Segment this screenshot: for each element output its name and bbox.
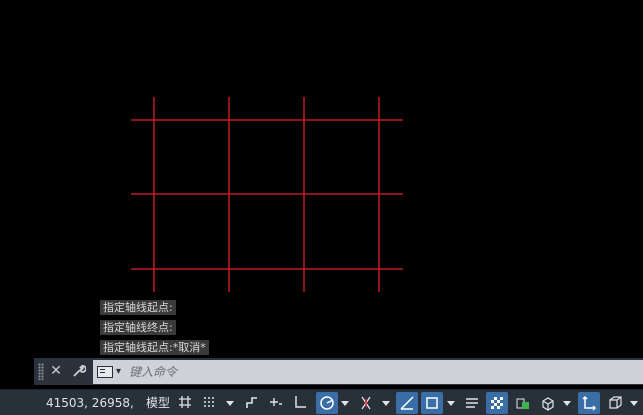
command-input[interactable] [129, 360, 634, 384]
object-snap-icon[interactable] [421, 392, 443, 414]
grid-display-icon[interactable] [175, 392, 195, 414]
polar-tracking-icon[interactable] [316, 392, 338, 414]
command-history-line: 指定轴线终点: [100, 320, 176, 335]
polar-dropdown-chevron-icon[interactable] [341, 401, 349, 406]
command-input-box[interactable]: ▾ [93, 360, 643, 384]
snap-mode-icon[interactable] [199, 392, 219, 414]
model-space-button[interactable]: 模型 [144, 392, 172, 414]
coordinates-readout[interactable]: 41503, 26958, 0 [46, 392, 140, 414]
3dosnap-dropdown-chevron-icon[interactable] [563, 401, 571, 406]
isodraft-dropdown-chevron-icon[interactable] [382, 401, 390, 406]
ortho-mode-icon[interactable] [290, 392, 310, 414]
command-history-line: 指定轴线起点:*取消* [100, 340, 209, 355]
infer-constraints-icon[interactable] [242, 392, 262, 414]
status-bar: 41503, 26958, 0 模型 [0, 389, 643, 415]
isometric-drafting-icon[interactable] [355, 392, 377, 414]
transparency-icon[interactable] [486, 392, 508, 414]
command-history-line: 指定轴线起点: [100, 300, 176, 315]
selection-cycling-icon[interactable] [512, 392, 534, 414]
selection-filter-icon[interactable] [604, 392, 626, 414]
grid-lines [131, 97, 403, 292]
drawing-canvas[interactable]: 指定轴线起点: 指定轴线终点: 指定轴线起点:*取消* [0, 0, 643, 357]
object-snap-tracking-icon[interactable] [396, 392, 418, 414]
customize-wrench-icon[interactable] [69, 361, 89, 382]
command-prompt-icon[interactable] [97, 366, 113, 378]
3d-object-snap-icon[interactable] [537, 392, 559, 414]
osnap-dropdown-chevron-icon[interactable] [447, 401, 455, 406]
filter-dropdown-chevron-icon[interactable] [630, 401, 638, 406]
snap-dropdown-chevron-icon[interactable] [226, 401, 234, 406]
ucs-dynamic-icon[interactable] [578, 392, 600, 414]
drag-handle-icon[interactable] [38, 363, 44, 380]
dynamic-input-icon[interactable] [266, 392, 286, 414]
lineweight-icon[interactable] [461, 392, 483, 414]
close-icon[interactable]: ✕ [46, 361, 66, 382]
recent-commands-chevron-icon[interactable]: ▾ [116, 364, 121, 380]
